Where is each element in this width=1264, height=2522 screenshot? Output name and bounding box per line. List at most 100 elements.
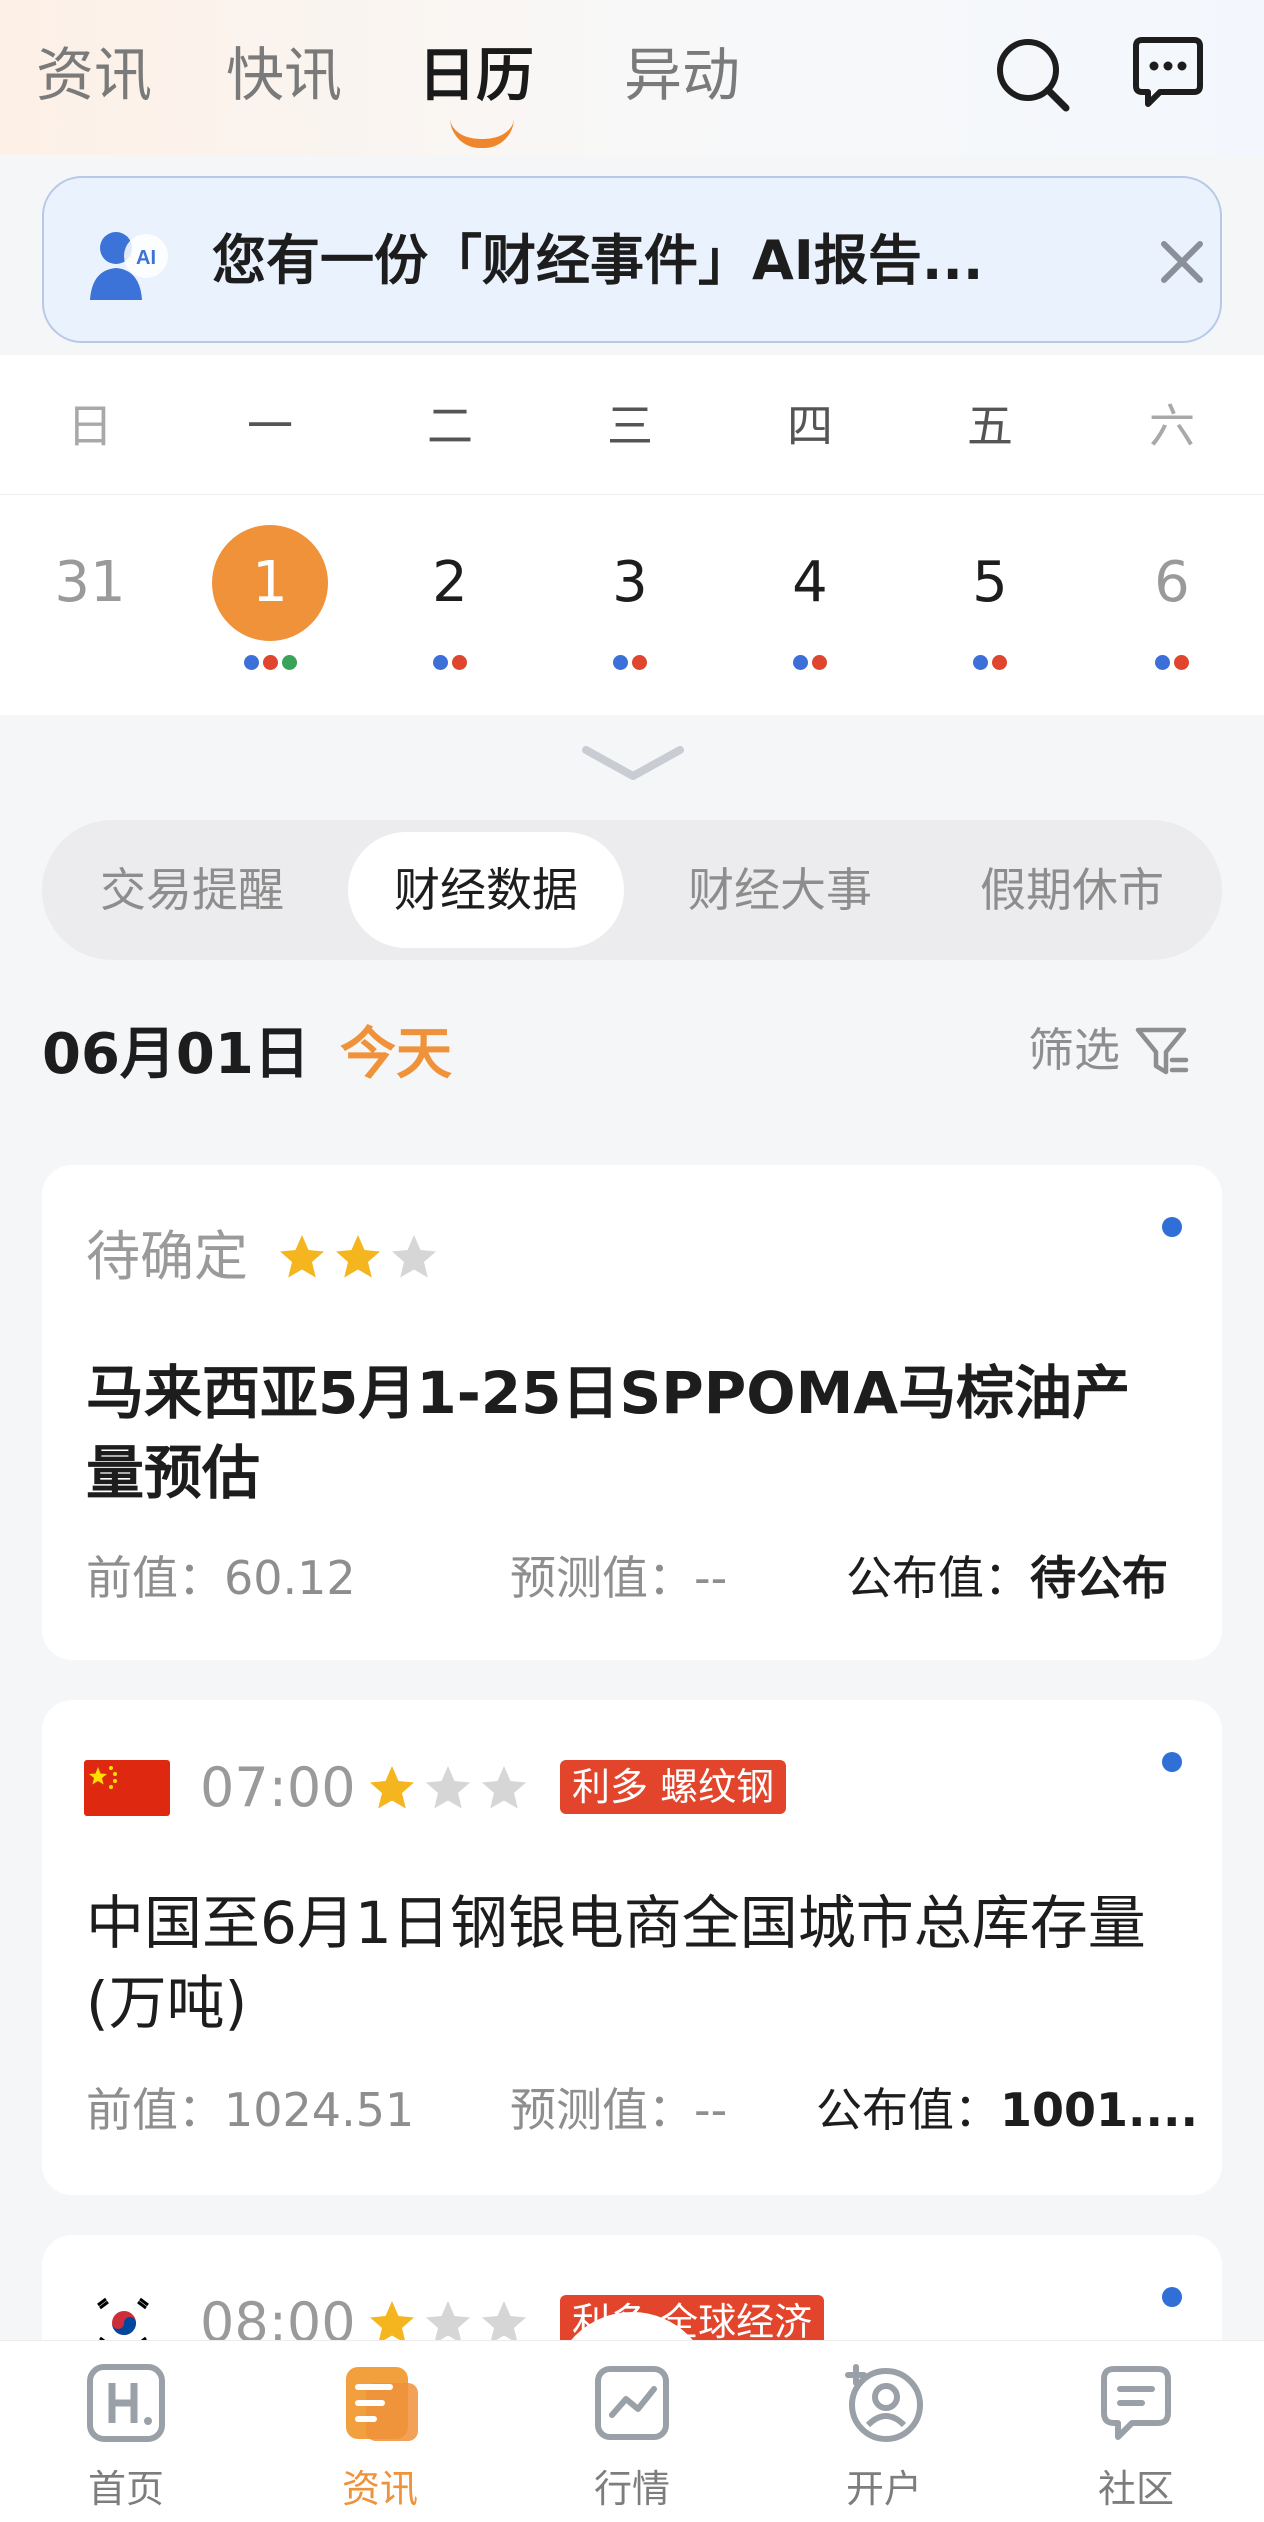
tab-news[interactable]: 资讯 <box>36 35 152 115</box>
svg-text:AI: AI <box>136 247 156 269</box>
previous-value-label: 前值： <box>86 1551 224 1605</box>
calendar-day[interactable]: 6 <box>1112 525 1232 685</box>
forecast-value-number: -- <box>694 1551 728 1605</box>
expand-calendar-chevron-icon[interactable] <box>578 740 688 790</box>
star-icon <box>370 1766 414 1809</box>
event-dot <box>973 655 988 670</box>
china-flag-icon <box>84 1760 170 1816</box>
event-time: 07:00 <box>200 1756 356 1819</box>
filter-icon[interactable] <box>1132 1022 1190 1080</box>
star-icon <box>426 1766 470 1809</box>
message-icon[interactable] <box>1126 32 1210 116</box>
segment-holiday-closure[interactable]: 假期休市 <box>936 832 1208 948</box>
calendar-day[interactable]: 31 <box>30 525 150 685</box>
calendar-day[interactable]: 4 <box>750 525 870 685</box>
published-value-number: 1001.... <box>1000 2083 1198 2137</box>
event-title: 马来西亚5月1-25日SPPOMA马棕油产量预估 <box>86 1359 1131 1507</box>
nav-home[interactable]: 首页 <box>46 2359 206 2519</box>
weekday-header: 日 一 二 三 四 五 六 <box>0 355 1264 495</box>
weekday-wed: 三 <box>607 399 653 453</box>
day-number: 31 <box>54 550 126 615</box>
day-number: 3 <box>612 550 648 615</box>
weekday-sat: 六 <box>1149 399 1195 453</box>
importance-stars <box>280 1235 436 1278</box>
star-icon <box>392 1235 436 1278</box>
category-segment-control: 交易提醒 财经数据 财经大事 假期休市 <box>42 820 1222 960</box>
event-dots <box>390 655 510 675</box>
published-value-label: 公布值： <box>816 2083 1000 2137</box>
news-icon <box>346 2367 418 2441</box>
active-tab-indicator <box>450 118 514 148</box>
event-card[interactable]: 待确定 马来西亚5月1-25日SPPOMA马棕油产量预估 前值：60.12 预测… <box>42 1165 1222 1660</box>
event-dot <box>281 655 297 670</box>
ai-avatar-icon: AI <box>90 232 168 300</box>
star-icon <box>280 1235 324 1278</box>
star-icon <box>370 2301 414 2344</box>
unread-dot <box>1162 1217 1182 1237</box>
segment-trade-reminder[interactable]: 交易提醒 <box>56 832 328 948</box>
tab-calendar[interactable]: 日历 <box>418 35 534 115</box>
ai-report-banner[interactable]: AI 您有一份「财经事件」AI报告... <box>42 176 1222 343</box>
event-dot <box>992 655 1007 670</box>
star-icon <box>336 1235 380 1278</box>
top-bar: 资讯 快讯 日历 异动 <box>0 0 1264 155</box>
event-dot <box>1174 655 1189 670</box>
nav-community[interactable]: 社区 <box>1056 2359 1216 2519</box>
forecast-value: 预测值：-- <box>510 1543 727 1613</box>
nav-label: 行情 <box>593 2467 670 2511</box>
nav-label: 社区 <box>1097 2467 1174 2511</box>
nav-label: 开户 <box>845 2467 922 2511</box>
event-card[interactable]: 07:00 利多 螺纹钢 中国至6月1日钢银电商全国城市总库存量(万吨) 前值：… <box>42 1700 1222 2195</box>
filter-button[interactable]: 筛选 <box>1028 1010 1120 1090</box>
event-dot <box>793 655 808 670</box>
nav-market[interactable]: 行情 <box>552 2359 712 2519</box>
published-value-number: 待公布 <box>1030 1551 1168 1605</box>
calendar-day[interactable]: 5 <box>930 525 1050 685</box>
event-dots <box>750 655 870 675</box>
nav-news[interactable]: 资讯 <box>300 2359 460 2519</box>
segment-financial-data[interactable]: 财经数据 <box>348 832 624 948</box>
published-value: 公布值：待公布 <box>846 1543 1168 1613</box>
event-dots <box>1112 655 1232 675</box>
forecast-value-label: 预测值： <box>510 1551 694 1605</box>
calendar-day-selected[interactable]: 1 <box>210 525 330 685</box>
nav-open-account[interactable]: 开户 <box>804 2359 964 2519</box>
segment-financial-events[interactable]: 财经大事 <box>644 832 916 948</box>
importance-stars <box>370 1766 526 1809</box>
calendar-day[interactable]: 2 <box>390 525 510 685</box>
day-number: 1 <box>212 525 328 641</box>
weekday-tue: 二 <box>427 399 473 453</box>
day-number: 4 <box>792 550 828 615</box>
event-dot <box>1155 655 1170 670</box>
day-number: 5 <box>972 550 1008 615</box>
event-time: 待确定 <box>86 1225 248 1288</box>
previous-value-number: 60.12 <box>224 1551 356 1605</box>
nav-label: 首页 <box>87 2467 164 2511</box>
unread-dot <box>1162 2287 1182 2307</box>
calendar-day[interactable]: 3 <box>570 525 690 685</box>
home-icon <box>87 2364 165 2442</box>
event-dot <box>613 655 628 670</box>
bottom-navigation: 首页 资讯 行情 开户 社区 <box>0 2340 1264 2522</box>
today-label: 今天 <box>340 1022 452 1087</box>
previous-value: 前值：1024.51 <box>86 2075 414 2145</box>
tab-flash[interactable]: 快讯 <box>226 35 342 115</box>
weekday-mon: 一 <box>247 399 293 453</box>
event-dot <box>452 655 467 670</box>
search-icon[interactable] <box>990 32 1074 116</box>
tab-movement[interactable]: 异动 <box>624 35 740 115</box>
unread-dot <box>1162 1752 1182 1772</box>
published-value: 公布值：1001.... <box>816 2075 1198 2145</box>
chart-icon <box>595 2366 669 2440</box>
previous-value-label: 前值： <box>86 2083 224 2137</box>
previous-value: 前值：60.12 <box>86 1543 356 1613</box>
event-dot <box>433 655 448 670</box>
selected-date: 06月01日 <box>42 1022 310 1087</box>
community-icon <box>1101 2366 1171 2440</box>
star-icon <box>482 1766 526 1809</box>
event-dots <box>570 655 690 675</box>
nav-label: 资讯 <box>341 2467 418 2511</box>
forecast-value: 预测值：-- <box>510 2075 727 2145</box>
close-icon[interactable] <box>1154 234 1210 290</box>
published-value-label: 公布值： <box>846 1551 1030 1605</box>
